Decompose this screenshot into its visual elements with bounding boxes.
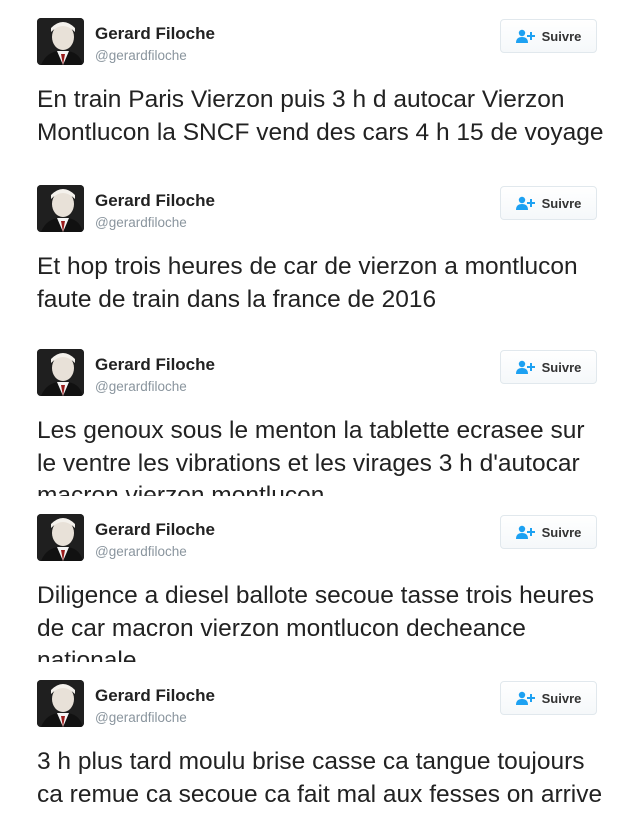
tweet-text: Et hop trois heures de car de vierzon a … bbox=[37, 253, 578, 313]
tweet-text: Diligence a diesel ballote secoue tasse … bbox=[37, 582, 595, 671]
follow-label: Suivre bbox=[541, 524, 582, 540]
author-handle[interactable]: @gerardfiloche bbox=[95, 710, 187, 725]
author-name[interactable]: Gerard Filoche bbox=[95, 686, 215, 706]
follow-label: Suivre bbox=[541, 195, 582, 211]
author-handle[interactable]: @gerardfiloche bbox=[95, 48, 187, 63]
tweet-text: Les genoux sous le menton la tablette ec… bbox=[37, 417, 585, 506]
author-name[interactable]: Gerard Filoche bbox=[95, 520, 215, 540]
avatar[interactable] bbox=[37, 349, 84, 396]
follow-label: Suivre bbox=[541, 28, 582, 44]
author-handle[interactable]: @gerardfiloche bbox=[95, 379, 187, 394]
tweet-text: 3 h plus tard moulu brise casse ca tangu… bbox=[37, 748, 603, 808]
tweet-1: Gerard Filoche @gerardfiloche Suivre En … bbox=[0, 0, 637, 171]
follow-label: Suivre bbox=[541, 359, 582, 375]
tweet-2: Gerard Filoche @gerardfiloche Suivre Et … bbox=[0, 167, 637, 342]
follow-button[interactable]: Suivre bbox=[500, 186, 597, 220]
tweet-3: Gerard Filoche @gerardfiloche Suivre Les… bbox=[0, 331, 637, 506]
follow-button[interactable]: Suivre bbox=[500, 19, 597, 53]
follow-button[interactable]: Suivre bbox=[500, 515, 597, 549]
add-user-icon bbox=[515, 196, 536, 210]
add-user-icon bbox=[515, 29, 536, 43]
avatar[interactable] bbox=[37, 514, 84, 561]
avatar[interactable] bbox=[37, 185, 84, 232]
tweet-4: Gerard Filoche @gerardfiloche Suivre Dil… bbox=[0, 496, 637, 671]
add-user-icon bbox=[515, 360, 536, 374]
tweet-text: En train Paris Vierzon puis 3 h d autoca… bbox=[37, 86, 604, 146]
follow-label: Suivre bbox=[541, 690, 582, 706]
author-handle[interactable]: @gerardfiloche bbox=[95, 215, 187, 230]
author-name[interactable]: Gerard Filoche bbox=[95, 355, 215, 375]
author-name[interactable]: Gerard Filoche bbox=[95, 24, 215, 44]
author-handle[interactable]: @gerardfiloche bbox=[95, 544, 187, 559]
add-user-icon bbox=[515, 525, 536, 539]
avatar[interactable] bbox=[37, 680, 84, 727]
follow-button[interactable]: Suivre bbox=[500, 350, 597, 384]
add-user-icon bbox=[515, 691, 536, 705]
author-name[interactable]: Gerard Filoche bbox=[95, 191, 215, 211]
tweet-5: Gerard Filoche @gerardfiloche Suivre 3 h… bbox=[0, 662, 637, 840]
follow-button[interactable]: Suivre bbox=[500, 681, 597, 715]
avatar[interactable] bbox=[37, 18, 84, 65]
